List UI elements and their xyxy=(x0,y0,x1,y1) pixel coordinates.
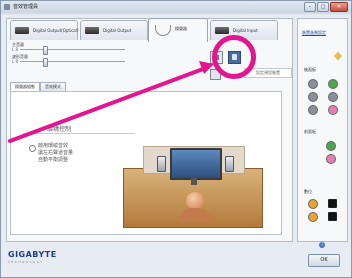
highlight-circle xyxy=(212,35,256,79)
spdif-jack[interactable] xyxy=(328,212,337,221)
jack-gray[interactable] xyxy=(308,105,318,115)
jack-orange[interactable] xyxy=(308,199,318,209)
tab-digital-output[interactable]: Digital Output xyxy=(80,20,148,40)
front-jack-row xyxy=(326,154,336,164)
jack-pink[interactable] xyxy=(326,154,336,164)
minimize-button[interactable]: – xyxy=(304,2,316,12)
window-title: 音效管理員 xyxy=(13,4,39,10)
device-tabs: Digital Output(Optical) Digital Output 揚… xyxy=(6,18,291,42)
jack-panel: 裝置進階設定 後面板 前面板 數位 xyxy=(297,18,348,242)
wrench-icon[interactable] xyxy=(333,51,343,61)
listener-body xyxy=(179,208,211,222)
rear-jack-row xyxy=(308,92,338,102)
jack-green[interactable] xyxy=(328,79,338,89)
rear-panel-label: 後面板 xyxy=(304,67,316,72)
window-controls: – □ ✕ xyxy=(304,2,348,12)
lr-label: L R xyxy=(12,47,19,52)
tab-speakers[interactable]: 揚聲器 xyxy=(148,18,208,42)
main-volume-row: 主音量 L R xyxy=(10,42,210,55)
app-icon xyxy=(4,4,10,10)
digital-jack-row xyxy=(308,212,337,222)
subtab-sound-effects[interactable]: 音效模式 xyxy=(40,82,66,91)
lr-label: L R xyxy=(12,59,19,64)
jack-icon xyxy=(85,27,99,34)
tab-digital-output-optical[interactable]: Digital Output(Optical) xyxy=(10,20,78,40)
surround-radio[interactable] xyxy=(29,145,36,152)
sub-tabs: 揚聲器組態 音效模式 xyxy=(10,82,66,91)
rear-jack-row xyxy=(308,105,338,115)
section-title: 環繞控制 xyxy=(47,126,72,133)
maximize-button[interactable]: □ xyxy=(317,2,329,12)
monitor-icon xyxy=(170,148,222,180)
digital-jack-row xyxy=(308,199,337,209)
footer: GIGABYTE TECHNOLOGY i OK xyxy=(0,242,350,276)
right-speaker-icon[interactable] xyxy=(225,156,234,172)
wave-volume-slider[interactable] xyxy=(43,58,49,67)
jack-pink[interactable] xyxy=(328,105,338,115)
subtab-speaker-config[interactable]: 揚聲器組態 xyxy=(10,82,40,91)
spdif-jack[interactable] xyxy=(328,199,337,208)
monitor-stand xyxy=(191,178,197,185)
tab-label: Digital Output xyxy=(103,28,132,33)
surround-option-text: 啟用環繞音效 讓左右聲道音量 自動平衡調整 xyxy=(38,143,74,163)
left-speaker-icon[interactable] xyxy=(157,156,166,172)
jack-green[interactable] xyxy=(326,141,336,151)
title-bar: 音效管理員 – □ ✕ xyxy=(1,1,351,13)
front-panel-label: 前面板 xyxy=(304,129,316,134)
wave-volume-track[interactable] xyxy=(20,61,125,62)
ok-button[interactable]: OK xyxy=(308,254,340,267)
jack-icon xyxy=(215,27,229,34)
tab-label: Digital Output(Optical) xyxy=(33,28,79,33)
speaker-config-content: 環繞控制 啟用環繞音效 讓左右聲道音量 自動平衡調整 xyxy=(10,91,282,235)
jack-icon xyxy=(15,27,29,34)
wave-volume-row: 波形音量 L R xyxy=(10,54,210,67)
tab-label: 揚聲器 xyxy=(175,26,187,31)
headphone-icon xyxy=(155,25,171,36)
digital-label: 數位 xyxy=(304,189,312,194)
tab-label: Digital Input xyxy=(233,28,258,33)
front-jack-row xyxy=(326,141,336,151)
jack-gray[interactable] xyxy=(308,79,318,89)
advanced-settings-link[interactable]: 裝置進階設定 xyxy=(302,30,326,36)
close-button[interactable]: ✕ xyxy=(330,2,348,12)
gigabyte-tagline: TECHNOLOGY xyxy=(8,260,44,264)
gigabyte-logo: GIGABYTE xyxy=(8,250,57,259)
jack-gray[interactable] xyxy=(328,92,338,102)
jack-orange[interactable] xyxy=(308,212,318,222)
volume-panel: 主音量 L R 波形音量 L R xyxy=(10,42,210,67)
speaker-room-illustration xyxy=(117,114,273,228)
jack-gray[interactable] xyxy=(308,92,318,102)
main-volume-track[interactable] xyxy=(20,49,125,50)
info-icon[interactable]: i xyxy=(319,242,325,248)
rear-jack-row xyxy=(308,79,338,89)
